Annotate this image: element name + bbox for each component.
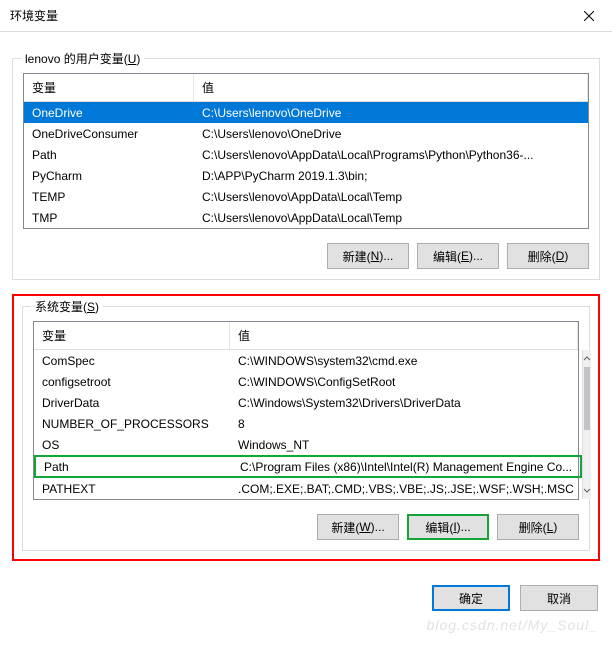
scrollbar-track[interactable] (583, 367, 591, 482)
scroll-down-button[interactable] (583, 482, 591, 499)
ok-button[interactable]: 确定 (432, 585, 510, 611)
table-row[interactable]: PathC:\Users\lenovo\AppData\Local\Progra… (24, 144, 588, 165)
user-new-button[interactable]: 新建(N)... (327, 243, 409, 269)
close-button[interactable] (566, 0, 612, 32)
table-row[interactable]: TMPC:\Users\lenovo\AppData\Local\Temp (24, 207, 588, 228)
table-row[interactable]: PATHEXT.COM;.EXE;.BAT;.CMD;.VBS;.VBE;.JS… (34, 478, 582, 499)
col-variable[interactable]: 变量 (34, 322, 230, 349)
cell-variable: configsetroot (34, 374, 230, 390)
cell-variable: ComSpec (34, 353, 230, 369)
cell-variable: DriverData (34, 395, 230, 411)
table-row[interactable]: OneDriveConsumerC:\Users\lenovo\OneDrive (24, 123, 588, 144)
cell-variable: OneDrive (24, 105, 194, 121)
cell-variable: Path (24, 147, 194, 163)
dialog-footer: 确定 取消 (0, 571, 612, 625)
system-delete-button[interactable]: 删除(L) (497, 514, 579, 540)
user-button-row: 新建(N)... 编辑(E)... 删除(D) (23, 243, 589, 269)
system-button-row: 新建(W)... 编辑(I)... 删除(L) (33, 514, 579, 540)
table-row[interactable]: ComSpecC:\WINDOWS\system32\cmd.exe (34, 350, 582, 371)
cell-value: C:\Users\lenovo\OneDrive (194, 126, 588, 142)
system-edit-button[interactable]: 编辑(I)... (409, 516, 487, 538)
col-variable[interactable]: 变量 (24, 74, 194, 101)
scroll-up-button[interactable] (583, 350, 591, 367)
table-row[interactable]: DriverDataC:\Windows\System32\Drivers\Dr… (34, 392, 582, 413)
cell-value: C:\WINDOWS\ConfigSetRoot (230, 374, 582, 390)
system-group-label: 系统变量(S) (31, 298, 103, 315)
cell-value: 8 (230, 416, 582, 432)
system-edit-highlight: 编辑(I)... (407, 514, 489, 540)
table-row[interactable]: OSWindows_NT (34, 434, 582, 455)
user-table-header: 变量 值 (24, 74, 588, 102)
cell-value: C:\Windows\System32\Drivers\DriverData (230, 395, 582, 411)
table-row[interactable]: TEMPC:\Users\lenovo\AppData\Local\Temp (24, 186, 588, 207)
chevron-down-icon (583, 487, 591, 495)
cancel-button[interactable]: 取消 (520, 585, 598, 611)
table-row[interactable]: PathC:\Program Files (x86)\Intel\Intel(R… (34, 455, 582, 478)
window-title: 环境变量 (10, 7, 58, 24)
user-table-body: OneDriveC:\Users\lenovo\OneDriveOneDrive… (24, 102, 588, 228)
close-icon (584, 11, 594, 21)
chevron-up-icon (583, 355, 591, 363)
cell-value: C:\Users\lenovo\AppData\Local\Temp (194, 210, 588, 226)
cell-value: C:\WINDOWS\system32\cmd.exe (230, 353, 582, 369)
cell-variable: OS (34, 437, 230, 453)
cell-value: C:\Users\lenovo\OneDrive (194, 105, 588, 121)
system-highlight-box: 系统变量(S) 变量 值 ComSpecC:\WINDOWS\system32\… (12, 294, 600, 561)
cell-variable: OneDriveConsumer (24, 126, 194, 142)
col-value[interactable]: 值 (230, 322, 578, 349)
system-variables-group: 系统变量(S) 变量 值 ComSpecC:\WINDOWS\system32\… (22, 306, 590, 551)
user-delete-button[interactable]: 删除(D) (507, 243, 589, 269)
user-group-label: lenovo 的用户变量(U) (21, 50, 144, 67)
cell-value: .COM;.EXE;.BAT;.CMD;.VBS;.VBE;.JS;.JSE;.… (230, 481, 582, 497)
system-table-body: ComSpecC:\WINDOWS\system32\cmd.execonfig… (34, 350, 582, 499)
cell-variable: TEMP (24, 189, 194, 205)
scrollbar-thumb[interactable] (584, 367, 590, 430)
cell-value: C:\Program Files (x86)\Intel\Intel(R) Ma… (232, 459, 580, 475)
cell-value: Windows_NT (230, 437, 582, 453)
cell-variable: Path (36, 459, 232, 475)
cell-variable: PyCharm (24, 168, 194, 184)
col-value[interactable]: 值 (194, 74, 588, 101)
cell-value: C:\Users\lenovo\AppData\Local\Programs\P… (194, 147, 588, 163)
cell-value: D:\APP\PyCharm 2019.1.3\bin; (194, 168, 588, 184)
system-table-header: 变量 值 (34, 322, 578, 350)
cell-value: C:\Users\lenovo\AppData\Local\Temp (194, 189, 588, 205)
user-edit-button[interactable]: 编辑(E)... (417, 243, 499, 269)
user-table: 变量 值 OneDriveC:\Users\lenovo\OneDriveOne… (23, 73, 589, 229)
user-variables-group: lenovo 的用户变量(U) 变量 值 OneDriveC:\Users\le… (12, 58, 600, 280)
table-row[interactable]: configsetrootC:\WINDOWS\ConfigSetRoot (34, 371, 582, 392)
system-scrollbar[interactable] (582, 350, 591, 499)
table-row[interactable]: NUMBER_OF_PROCESSORS8 (34, 413, 582, 434)
cell-variable: PATHEXT (34, 481, 230, 497)
table-row[interactable]: OneDriveC:\Users\lenovo\OneDrive (24, 102, 588, 123)
cell-variable: TMP (24, 210, 194, 226)
system-new-button[interactable]: 新建(W)... (317, 514, 399, 540)
system-table: 变量 值 ComSpecC:\WINDOWS\system32\cmd.exec… (33, 321, 579, 500)
cell-variable: NUMBER_OF_PROCESSORS (34, 416, 230, 432)
title-bar: 环境变量 (0, 0, 612, 32)
table-row[interactable]: PyCharmD:\APP\PyCharm 2019.1.3\bin; (24, 165, 588, 186)
